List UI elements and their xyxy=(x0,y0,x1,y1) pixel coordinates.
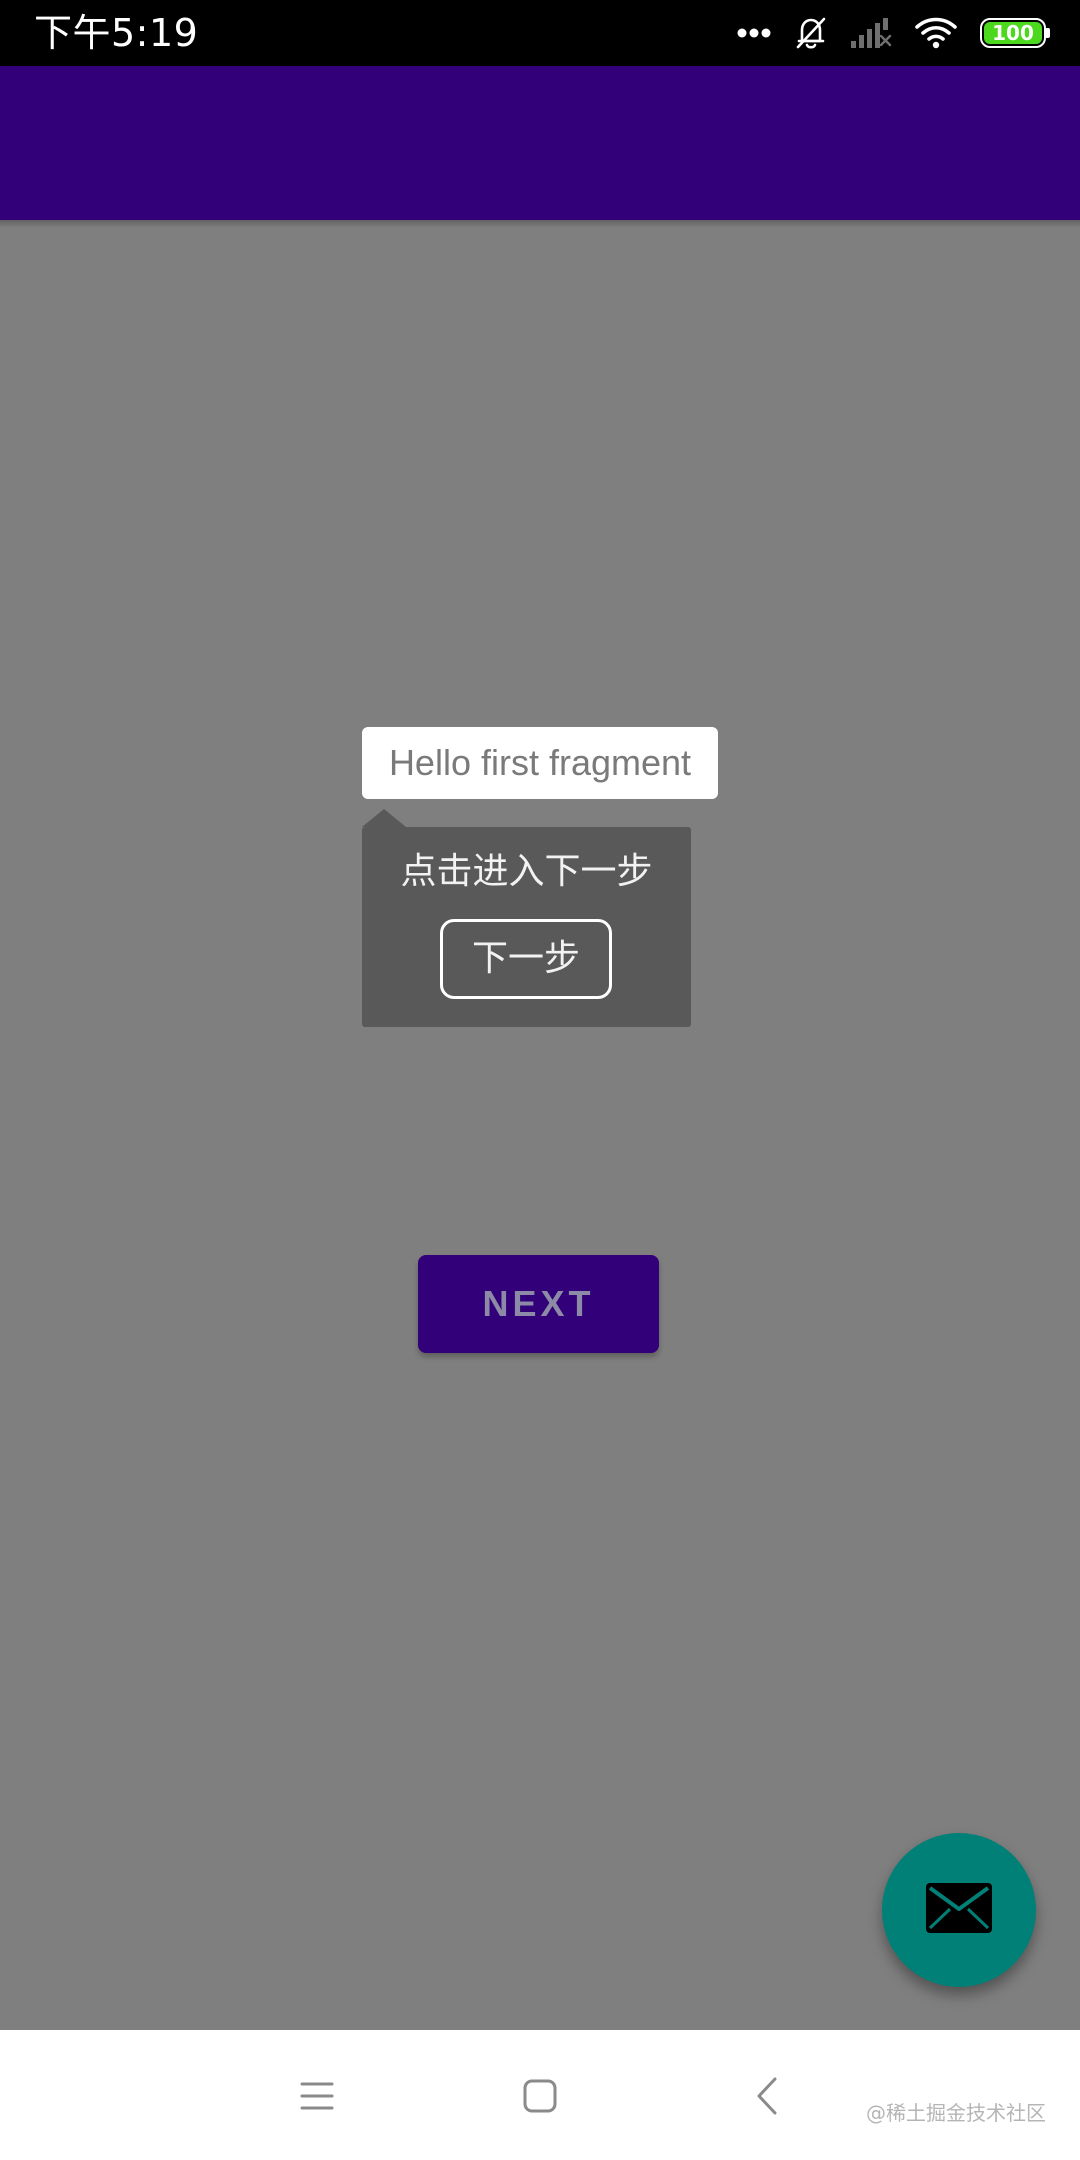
guide-tooltip: 点击进入下一步 下一步 xyxy=(362,827,691,1027)
cellular-signal-no-service-icon xyxy=(850,17,892,49)
fab-email-button[interactable] xyxy=(882,1833,1036,1987)
tooltip-arrow xyxy=(362,809,406,827)
status-icons: 100 xyxy=(736,13,1050,53)
next-button[interactable]: NEXT xyxy=(418,1255,659,1353)
email-icon xyxy=(926,1883,992,1937)
bell-off-icon xyxy=(794,15,828,51)
nav-menu-button[interactable] xyxy=(277,2058,357,2138)
back-icon xyxy=(755,2077,779,2119)
status-bar: 下午5:19 100 xyxy=(0,0,1080,66)
battery-icon: 100 xyxy=(980,18,1050,48)
status-time: 下午5:19 xyxy=(34,11,199,55)
content-overlay[interactable] xyxy=(0,220,1080,2030)
wifi-icon xyxy=(914,16,958,50)
more-dots-icon xyxy=(736,27,772,39)
next-step-button[interactable]: 下一步 xyxy=(440,919,612,999)
battery-tip xyxy=(1046,28,1050,38)
app-bar-shadow xyxy=(0,220,1080,228)
menu-icon xyxy=(300,2081,334,2115)
navigation-bar xyxy=(0,2030,1080,2160)
home-icon xyxy=(523,2079,557,2117)
tooltip-message: 点击进入下一步 xyxy=(400,851,653,892)
watermark: @稀土掘金技术社区 xyxy=(866,2101,1046,2125)
hello-text-highlight: Hello first fragment xyxy=(362,727,718,799)
app-bar xyxy=(0,66,1080,220)
battery-level: 100 xyxy=(992,21,1034,45)
nav-home-button[interactable] xyxy=(500,2058,580,2138)
nav-back-button[interactable] xyxy=(727,2058,807,2138)
